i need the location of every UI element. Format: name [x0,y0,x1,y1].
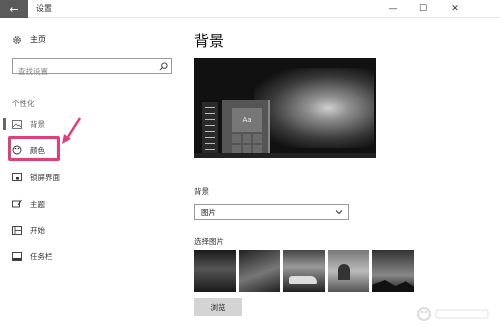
title-bar: ← 设置 — ☐ ✕ [0,0,500,18]
search-input[interactable] [13,64,153,79]
home-label: 主页 [30,35,46,44]
sidebar-item-lock-screen[interactable]: 锁屏界面 [12,169,172,185]
wallpaper-thumbnail-2[interactable] [238,250,281,292]
gear-icon [12,35,22,45]
background-type-dropdown[interactable]: 图片 [194,204,349,220]
theme-brush-icon [12,199,22,209]
wallpaper-thumbnail-4[interactable] [327,250,370,292]
back-button[interactable]: ← [0,0,28,18]
sidebar-item-label: 锁屏界面 [30,172,60,182]
preview-start-menu [202,102,218,158]
highlight-box [8,136,60,161]
back-arrow-icon: ← [9,2,19,16]
sidebar-item-background[interactable]: 背景 [3,116,172,132]
sidebar: 主页 个性化 背景 颜色 锁屏界面 主题 开始 [0,18,182,332]
taskbar-icon [12,251,22,261]
maximize-button[interactable]: ☐ [408,0,438,18]
picture-thumbnails [194,250,414,292]
wallpaper-light-image [254,68,374,148]
page-title: 背景 [194,32,225,50]
minimize-button[interactable]: — [378,0,408,18]
browse-button[interactable]: 浏览 [194,298,242,316]
wallpaper-thumbnail-3[interactable] [283,250,325,292]
sidebar-item-home[interactable]: 主页 [12,34,46,45]
lock-screen-icon [12,172,22,182]
section-title: 个性化 [12,99,35,108]
maximize-icon: ☐ [418,4,428,14]
desktop-preview: Aa [194,58,376,158]
wallpaper-thumbnail-5[interactable] [372,250,414,292]
sidebar-item-label: 背景 [30,119,45,129]
sidebar-item-themes[interactable]: 主题 [12,196,172,212]
main-panel: 背景 Aa 背景 图片 选择图片 浏览 [182,18,500,332]
sidebar-item-label: 主题 [30,199,45,209]
window-title: 设置 [36,4,52,13]
sidebar-item-label: 任务栏 [30,251,53,261]
chevron-down-icon [335,210,343,215]
search-box[interactable] [12,58,172,79]
baidu-watermark-logo [417,307,489,321]
preview-taskbar [194,153,376,158]
close-button[interactable]: ✕ [440,0,470,18]
preview-sample-tile: Aa [232,108,262,132]
wallpaper-thumbnail-1[interactable] [194,250,236,292]
sidebar-item-label: 开始 [30,225,45,235]
annotation-arrow-icon [62,117,82,144]
picture-icon [12,119,22,129]
background-field-label: 背景 [194,187,209,196]
choose-picture-label: 选择图片 [194,237,224,246]
start-grid-icon [12,225,22,235]
dropdown-value: 图片 [201,207,216,217]
search-icon[interactable] [158,61,168,71]
sidebar-item-start[interactable]: 开始 [12,222,172,238]
close-icon: ✕ [451,4,459,14]
sidebar-item-taskbar[interactable]: 任务栏 [12,248,172,264]
preview-tiles [232,134,262,154]
minimize-icon: — [388,4,398,14]
